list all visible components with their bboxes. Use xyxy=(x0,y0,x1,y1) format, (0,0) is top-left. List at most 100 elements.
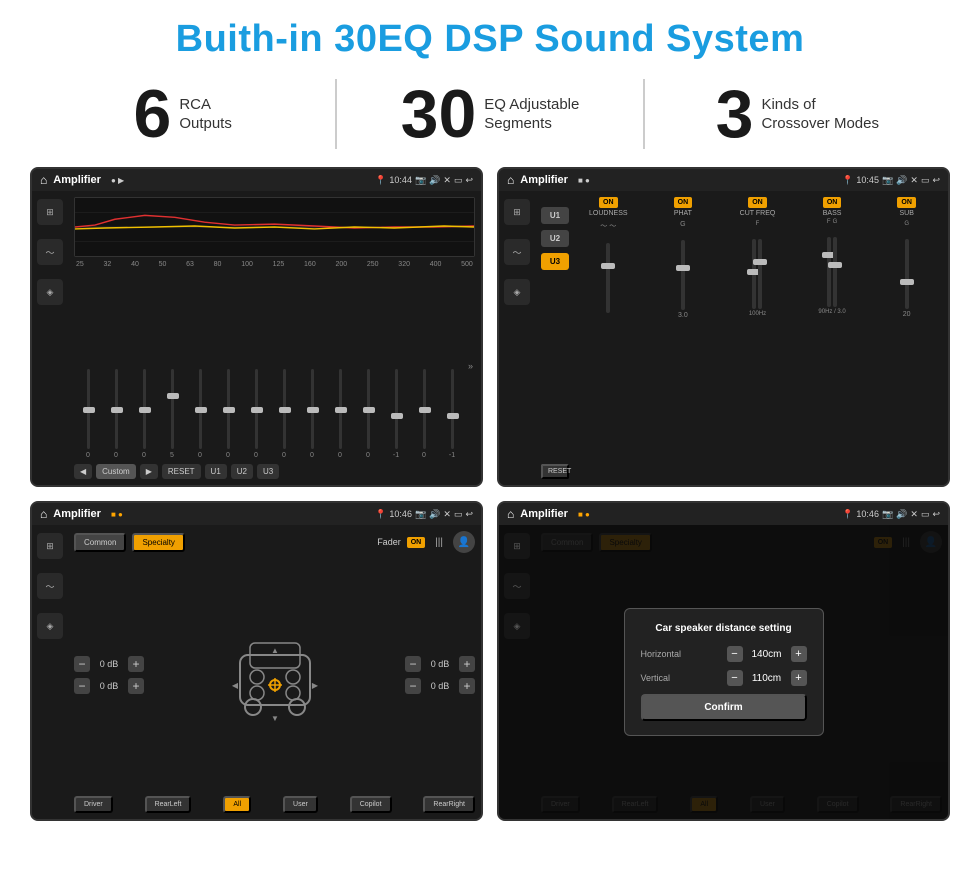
vol-val-4: 0 dB xyxy=(425,681,455,691)
stat-label-rca: RCAOutputs xyxy=(179,95,232,134)
back-icon-crossover: ↩ xyxy=(932,175,940,186)
sidebar-btn-eq-1[interactable]: ⊞ xyxy=(37,199,63,225)
sidebar-btn-cx-1[interactable]: ⊞ xyxy=(504,199,530,225)
tab-specialty-fader[interactable]: Specialty xyxy=(132,533,184,552)
screen-dialog: ⌂ Amplifier ■ ● 📍 10:46 📷 🔊 ✕ ▭ ↩ ⊞ 〜 ◈ xyxy=(497,501,950,821)
dialog-plus-vertical[interactable]: + xyxy=(791,670,807,686)
eq-play-btn[interactable]: ▶ xyxy=(140,464,158,479)
battery-icon-dialog: ▭ xyxy=(921,509,930,520)
vol-plus-4[interactable]: + xyxy=(459,678,475,694)
eq-main-area: 25 32 40 50 63 80 100 125 160 200 250 32… xyxy=(68,191,481,485)
vol-minus-4[interactable]: − xyxy=(405,678,421,694)
screens-grid: ⌂ Amplifier ● ▶ 📍 10:44 📷 🔊 ✕ ▭ ↩ ⊞ 〜 ◈ xyxy=(30,167,950,821)
btn-user[interactable]: User xyxy=(283,796,318,813)
vol-minus-3[interactable]: − xyxy=(405,656,421,672)
sidebar-btn-eq-3[interactable]: ◈ xyxy=(37,279,63,305)
btn-all[interactable]: All xyxy=(223,796,251,813)
toggle-sub[interactable]: ON xyxy=(897,197,916,208)
toggle-phat[interactable]: ON xyxy=(674,197,693,208)
btn-driver[interactable]: Driver xyxy=(74,796,113,813)
eq-slider-12: -1 xyxy=(384,369,408,459)
home-icon-eq: ⌂ xyxy=(40,173,47,187)
dialog-box: Car speaker distance setting Horizontal … xyxy=(624,608,824,736)
fader-on-badge: ON xyxy=(407,537,426,548)
eq-slider-10: 0 xyxy=(328,369,352,459)
vol-row-4: − 0 dB + xyxy=(405,678,475,694)
camera-icon-dialog: 📷 xyxy=(882,509,893,520)
vol-minus-2[interactable]: − xyxy=(74,678,90,694)
location-icon-dialog: 📍 xyxy=(842,509,853,520)
page-title: Buith-in 30EQ DSP Sound System xyxy=(176,18,805,61)
eq-slider-11: 0 xyxy=(356,369,380,459)
toggle-cutfreq[interactable]: ON xyxy=(748,197,767,208)
fader-person-icon: 👤 xyxy=(453,531,475,553)
svg-text:▶: ▶ xyxy=(311,681,318,690)
screen-content-eq: ⊞ 〜 ◈ xyxy=(32,191,481,485)
vol-plus-3[interactable]: + xyxy=(459,656,475,672)
crossover-reset-btn[interactable]: RESET xyxy=(541,464,569,479)
dialog-row-horizontal: Horizontal − 140cm + xyxy=(641,646,807,662)
dialog-minus-horizontal[interactable]: − xyxy=(727,646,743,662)
sidebar-btn-cx-3[interactable]: ◈ xyxy=(504,279,530,305)
crossover-presets: U1 U2 U3 RESET xyxy=(541,197,569,479)
app-title-fader: Amplifier xyxy=(53,508,101,520)
eq-prev-btn[interactable]: ◀ xyxy=(74,464,92,479)
eq-slider-3: 0 xyxy=(132,369,156,459)
fader-bottom: Driver RearLeft All User Copilot RearRig… xyxy=(74,796,475,813)
slider-phat xyxy=(648,230,719,310)
eq-u1-btn[interactable]: U1 xyxy=(205,464,227,479)
eq-u3-btn[interactable]: U3 xyxy=(257,464,279,479)
preset-u2[interactable]: U2 xyxy=(541,230,569,247)
dialog-label-vertical: Vertical xyxy=(641,673,696,683)
confirm-button[interactable]: Confirm xyxy=(641,694,807,721)
tab-common-fader[interactable]: Common xyxy=(74,533,126,552)
slider-bass-2 xyxy=(833,227,837,307)
dialog-plus-horizontal[interactable]: + xyxy=(791,646,807,662)
vol-row-2: − 0 dB + xyxy=(74,678,144,694)
vol-plus-1[interactable]: + xyxy=(128,656,144,672)
status-icons-crossover: 📍 10:45 📷 🔊 ✕ ▭ ↩ xyxy=(842,175,940,186)
fader-top: Common Specialty Fader ON ||| 👤 xyxy=(74,531,475,553)
label-loudness: LOUDNESS xyxy=(589,210,628,217)
crossover-controls: ON LOUDNESS 〜 〜 ON xyxy=(573,197,942,479)
dialog-minus-vertical[interactable]: − xyxy=(727,670,743,686)
camera-icon-eq: 📷 xyxy=(415,175,426,186)
btn-rearright[interactable]: RearRight xyxy=(423,796,475,813)
preset-u3[interactable]: U3 xyxy=(541,253,569,270)
ctrl-sub: ON SUB G 20 xyxy=(871,197,942,479)
ctrl-loudness: ON LOUDNESS 〜 〜 xyxy=(573,197,644,479)
location-icon-fader: 📍 xyxy=(375,509,386,520)
volume-icon-fader: 🔊 xyxy=(429,509,440,520)
svg-text:▲: ▲ xyxy=(271,646,279,655)
x-icon-dialog: ✕ xyxy=(910,509,918,520)
eq-more-icon: » xyxy=(468,361,473,371)
time-fader: 10:46 xyxy=(389,509,412,519)
toggle-bass[interactable]: ON xyxy=(823,197,842,208)
eq-bottom-bar: ◀ Custom ▶ RESET U1 U2 U3 xyxy=(74,464,475,479)
sidebar-btn-eq-2[interactable]: 〜 xyxy=(37,239,63,265)
preset-u1[interactable]: U1 xyxy=(541,207,569,224)
sidebar-btn-f-3[interactable]: ◈ xyxy=(37,613,63,639)
eq-custom-btn[interactable]: Custom xyxy=(96,464,136,479)
eq-graph xyxy=(74,197,475,257)
toggle-loudness[interactable]: ON xyxy=(599,197,618,208)
label-cutfreq: CUT FREQ xyxy=(740,210,776,217)
eq-slider-7: 0 xyxy=(244,369,268,459)
screen-crossover: ⌂ Amplifier ■ ● 📍 10:45 📷 🔊 ✕ ▭ ↩ ⊞ 〜 ◈ xyxy=(497,167,950,487)
sidebar-btn-f-2[interactable]: 〜 xyxy=(37,573,63,599)
vol-row-1: − 0 dB + xyxy=(74,656,144,672)
eq-u2-btn[interactable]: U2 xyxy=(231,464,253,479)
svg-text:▼: ▼ xyxy=(271,714,279,723)
vol-minus-1[interactable]: − xyxy=(74,656,90,672)
sidebar-btn-cx-2[interactable]: 〜 xyxy=(504,239,530,265)
btn-copilot[interactable]: Copilot xyxy=(350,796,392,813)
screen-content-dialog: ⊞ 〜 ◈ Common Specialty ON ||| 👤 Dr xyxy=(499,525,948,819)
sidebar-btn-f-1[interactable]: ⊞ xyxy=(37,533,63,559)
x-icon-fader: ✕ xyxy=(443,509,451,520)
status-icons-fader: 📍 10:46 📷 🔊 ✕ ▭ ↩ xyxy=(375,509,473,520)
btn-rearleft[interactable]: RearLeft xyxy=(145,796,192,813)
eq-reset-btn[interactable]: RESET xyxy=(162,464,201,479)
vol-plus-2[interactable]: + xyxy=(128,678,144,694)
dialog-row-vertical: Vertical − 110cm + xyxy=(641,670,807,686)
stat-rca: 6 RCAOutputs xyxy=(30,80,335,148)
